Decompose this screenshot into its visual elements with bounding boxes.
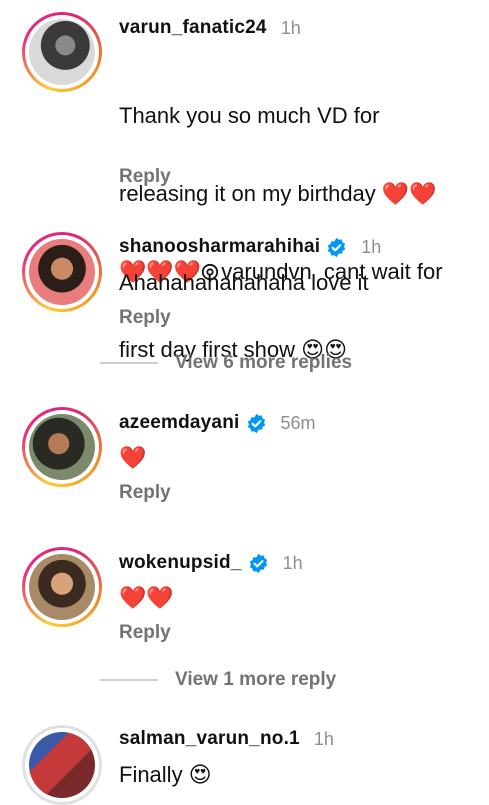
comment-text: ❤️❤️ [119, 585, 174, 610]
story-ring[interactable] [22, 547, 102, 627]
username[interactable]: varun_fanatic24 [119, 17, 267, 39]
username[interactable]: wokenupsid_ [119, 552, 242, 574]
reply-button[interactable]: Reply [119, 166, 171, 188]
avatar[interactable] [29, 554, 95, 620]
verified-badge-icon [247, 413, 265, 433]
timestamp: 1h [280, 17, 301, 38]
avatar[interactable] [29, 414, 95, 480]
timestamp: 1h [282, 552, 303, 573]
username[interactable]: azeemdayani [119, 412, 240, 434]
story-ring [22, 725, 102, 805]
story-ring[interactable] [22, 407, 102, 487]
view-more-replies[interactable]: View 6 more replies [100, 352, 352, 374]
comment-text-line: releasing it on my birthday ❤️❤️ [119, 181, 437, 206]
timestamp: 1h [313, 728, 334, 749]
reply-button[interactable]: Reply [119, 307, 171, 329]
reply-button[interactable]: Reply [119, 482, 171, 504]
comment-text: Finally 😍 [119, 762, 212, 787]
verified-badge-icon [328, 237, 346, 257]
view-more-label[interactable]: View 6 more replies [175, 352, 352, 374]
comment-text-line: Thank you so much VD for [119, 103, 380, 128]
divider [100, 362, 158, 364]
avatar[interactable] [29, 19, 95, 85]
username[interactable]: salman_varun_no.1 [119, 728, 300, 750]
view-more-replies[interactable]: View 1 more reply [100, 669, 336, 691]
story-ring[interactable] [22, 232, 102, 312]
username[interactable]: shanoosharmarahihai [119, 236, 320, 258]
comment-text: Ahahahahahahaha love it [119, 270, 369, 295]
story-ring[interactable] [22, 12, 102, 92]
avatar[interactable] [29, 239, 95, 305]
avatar[interactable] [29, 732, 95, 798]
timestamp: 1h [361, 236, 382, 257]
verified-badge-icon [249, 553, 267, 573]
divider [100, 679, 158, 681]
timestamp: 56m [280, 412, 316, 433]
view-more-label[interactable]: View 1 more reply [175, 669, 336, 691]
comment-text: ❤️ [119, 445, 147, 470]
reply-button[interactable]: Reply [119, 622, 171, 644]
